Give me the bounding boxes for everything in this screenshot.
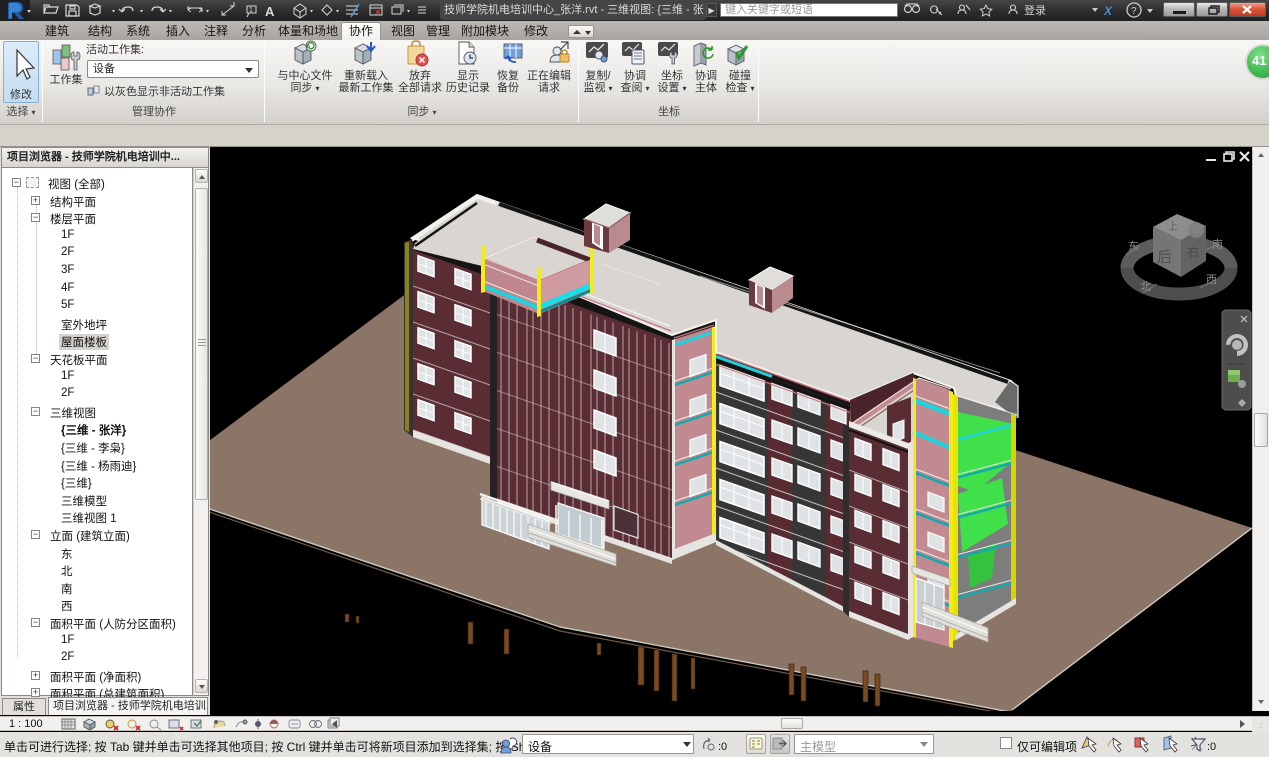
svg-text:右: 右: [1187, 244, 1199, 259]
svg-text:?: ?: [1131, 6, 1137, 17]
svg-text:后: 后: [1157, 249, 1172, 266]
svg-text:登录: 登录: [1024, 3, 1046, 17]
svg-text:东: 东: [1128, 240, 1139, 253]
svg-text::0: :0: [718, 741, 727, 753]
svg-text:上: 上: [1168, 221, 1178, 233]
svg-text:A: A: [265, 4, 275, 19]
svg-text::0: :0: [1207, 741, 1216, 753]
svg-text:X: X: [1103, 4, 1113, 18]
svg-text:1: 1: [249, 7, 253, 14]
